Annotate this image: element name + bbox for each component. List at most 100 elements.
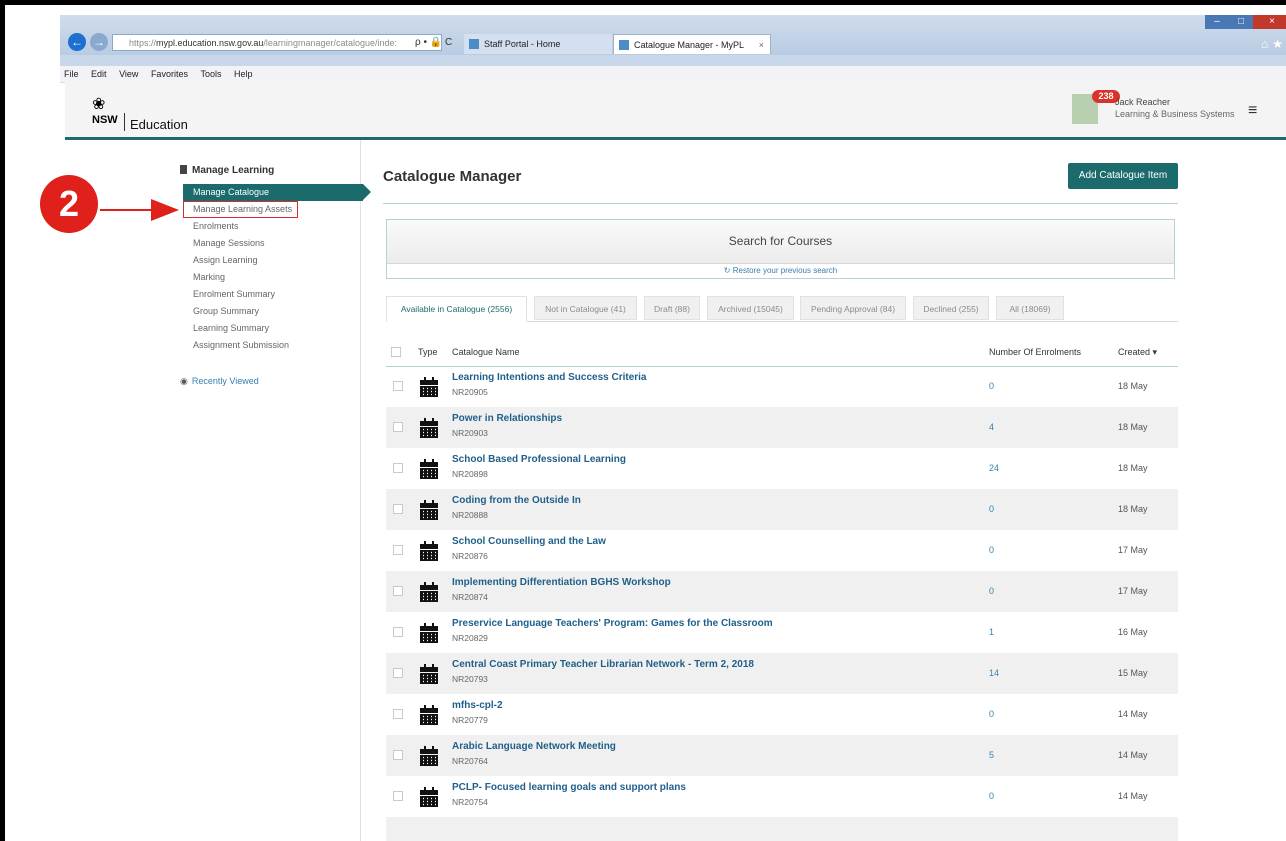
menu-edit[interactable]: Edit [91,69,107,79]
browser-chrome: – □ × ← → https://mypl.education.nsw.gov… [60,15,1286,67]
catalogue-name-link[interactable]: School Counselling and the Law [452,536,606,547]
tab-close-icon[interactable]: × [759,35,764,55]
recently-viewed-link[interactable]: ◉ Recently Viewed [180,376,259,387]
url-path: /learningmanager/catalogue/inde: [263,38,398,48]
menu-file[interactable]: File [64,69,79,79]
tab-staff-portal[interactable]: Staff Portal - Home [464,34,612,54]
calendar-icon [420,500,438,520]
select-all-checkbox[interactable] [391,347,401,357]
back-arrow-icon[interactable]: ← [68,33,86,51]
row-checkbox[interactable] [393,750,403,760]
sidebar-item-manage-sessions[interactable]: Manage Sessions [183,235,363,252]
row-checkbox[interactable] [393,668,403,678]
table-row[interactable]: Power in Relationships NR20903 4 18 May [386,407,1178,448]
tab-draft[interactable]: Draft (88) [644,296,700,320]
enrolment-count[interactable]: 14 [989,668,999,678]
tab-declined[interactable]: Declined (255) [913,296,989,320]
catalogue-name-link[interactable]: Central Coast Primary Teacher Librarian … [452,659,754,670]
enrolment-count[interactable]: 4 [989,422,994,432]
table-row[interactable]: School Counselling and the Law NR20876 0… [386,530,1178,571]
enrolment-count[interactable]: 0 [989,504,994,514]
catalogue-name-link[interactable]: Learning Intentions and Success Criteria [452,372,647,383]
enrolment-count[interactable]: 0 [989,709,994,719]
tab-available-in-catalogue[interactable]: Available in Catalogue (2556) [386,296,527,322]
menu-help[interactable]: Help [234,69,253,79]
catalogue-name-link[interactable]: School Based Professional Learning [452,454,626,465]
enrolment-count[interactable]: 0 [989,545,994,555]
maximize-icon[interactable]: □ [1229,15,1253,29]
menu-favorites[interactable]: Favorites [151,69,188,79]
enrolment-count[interactable]: 5 [989,750,994,760]
catalogue-code: NR20779 [452,715,488,725]
catalogue-code: NR20764 [452,756,488,766]
row-checkbox[interactable] [393,627,403,637]
tab-pending-approval[interactable]: Pending Approval (84) [800,296,906,320]
catalogue-filter-tabs: Available in Catalogue (2556) Not in Cat… [386,294,1178,322]
catalogue-name-link[interactable]: Coding from the Outside In [452,495,581,506]
forward-arrow-icon[interactable]: → [90,33,108,51]
enrolment-count[interactable]: 0 [989,381,994,391]
catalogue-name-link[interactable]: Implementing Differentiation BGHS Worksh… [452,577,671,588]
table-row[interactable]: Arabic Language Network Meeting NR20764 … [386,735,1178,776]
sidebar-item-enrolment-summary[interactable]: Enrolment Summary [183,286,363,303]
table-row[interactable]: PCLP- Focused learning goals and support… [386,776,1178,817]
add-catalogue-item-button[interactable]: Add Catalogue Item [1068,163,1178,189]
sidebar-item-assign-learning[interactable]: Assign Learning [183,252,363,269]
home-star-icons[interactable]: ⌂★ [1261,37,1286,51]
catalogue-name-link[interactable]: Arabic Language Network Meeting [452,741,616,752]
restore-search-link[interactable]: ↻ Restore your previous search [387,264,1174,278]
row-checkbox[interactable] [393,504,403,514]
tab-catalogue-manager[interactable]: Catalogue Manager - MyPL × [613,34,771,54]
address-tools[interactable]: ρ • 🔒 C [415,34,452,51]
enrolment-count[interactable]: 1 [989,627,994,637]
column-number-of-enrolments[interactable]: Number Of Enrolments [989,347,1081,357]
table-row[interactable]: mfhs-cpl-2 NR20779 0 14 May [386,694,1178,735]
menu-view[interactable]: View [119,69,138,79]
catalogue-name-link[interactable]: Preservice Language Teachers' Program: G… [452,618,773,629]
sidebar-item-marking[interactable]: Marking [183,269,363,286]
address-bar[interactable]: https://mypl.education.nsw.gov.au/learni… [112,34,442,51]
tab-not-in-catalogue[interactable]: Not in Catalogue (41) [534,296,637,320]
enrolment-count[interactable]: 0 [989,586,994,596]
row-checkbox[interactable] [393,463,403,473]
menu-tools[interactable]: Tools [200,69,221,79]
table-row[interactable]: Coding from the Outside In NR20888 0 18 … [386,489,1178,530]
row-checkbox[interactable] [393,709,403,719]
tab-archived[interactable]: Archived (15045) [707,296,794,320]
minimize-icon[interactable]: – [1205,15,1229,29]
sidebar-item-learning-summary[interactable]: Learning Summary [183,320,363,337]
column-type[interactable]: Type [418,347,438,357]
row-checkbox[interactable] [393,545,403,555]
table-row[interactable]: Implementing Differentiation BGHS Worksh… [386,571,1178,612]
table-row[interactable]: Preservice Language Teachers' Program: G… [386,612,1178,653]
search-panel: Search for Courses ↻ Restore your previo… [386,219,1175,279]
table-row[interactable]: School Based Professional Learning NR208… [386,448,1178,489]
sidebar-item-assignment-submission[interactable]: Assignment Submission [183,337,363,354]
search-for-courses-toggle[interactable]: Search for Courses [387,220,1174,264]
catalogue-name-link[interactable]: PCLP- Focused learning goals and support… [452,782,686,793]
enrolment-count[interactable]: 0 [989,791,994,801]
row-checkbox[interactable] [393,586,403,596]
annotation-arrow-line [100,209,155,211]
row-checkbox[interactable] [393,791,403,801]
tab-label: Staff Portal - Home [484,39,561,49]
catalogue-name-link[interactable]: Power in Relationships [452,413,562,424]
catalogue-code: NR20898 [452,469,488,479]
tab-all[interactable]: All (18069) [996,296,1064,320]
sidebar-item-enrolments[interactable]: Enrolments [183,218,363,235]
calendar-icon [420,746,438,766]
row-checkbox[interactable] [393,381,403,391]
table-row[interactable]: Learning Intentions and Success Criteria… [386,366,1178,407]
sidebar-item-manage-learning-assets[interactable]: Manage Learning Assets [183,201,298,218]
enrolment-count[interactable]: 24 [989,463,999,473]
row-checkbox[interactable] [393,422,403,432]
column-created[interactable]: Created ▾ [1118,347,1157,358]
catalogue-name-link[interactable]: mfhs-cpl-2 [452,700,503,711]
hamburger-menu-icon[interactable]: ≡ [1248,103,1260,119]
sidebar-item-manage-catalogue[interactable]: Manage Catalogue [183,184,371,201]
sidebar-item-group-summary[interactable]: Group Summary [183,303,363,320]
close-window-icon[interactable]: × [1253,15,1286,29]
column-catalogue-name[interactable]: Catalogue Name [452,347,520,357]
nsw-education-logo[interactable]: ❀ NSW Education [92,97,188,133]
table-row[interactable]: Central Coast Primary Teacher Librarian … [386,653,1178,694]
